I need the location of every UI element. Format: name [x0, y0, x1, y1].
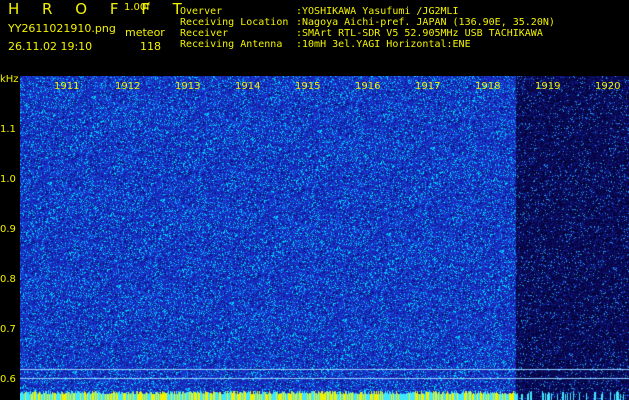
- info-label: Receiving Antenna: [180, 39, 283, 50]
- info-value: :10mH 3el.YAGI Horizontal:ENE: [296, 39, 471, 50]
- time-label: 1920: [595, 81, 621, 92]
- info-label: Overver: [180, 6, 223, 17]
- info-label: Receiving Location: [180, 17, 289, 28]
- y-tick-label: 0.7: [0, 324, 16, 335]
- time-label: 1919: [535, 81, 561, 92]
- info-row-location: Receiving Location :Nagoya Aichi-pref. J…: [180, 17, 555, 28]
- y-tick-label: 0.6: [0, 374, 16, 385]
- app-title: H R O F F T: [8, 0, 191, 18]
- count-label: 118: [140, 40, 161, 53]
- y-tick-label: 0.8: [0, 274, 16, 285]
- time-label: 1916: [355, 81, 381, 92]
- time-label: 1917: [415, 81, 441, 92]
- time-label: 1912: [115, 81, 141, 92]
- y-tick-label: 1.0: [0, 174, 16, 185]
- info-row-antenna: Receiving Antenna :10mH 3el.YAGI Horizon…: [180, 39, 555, 50]
- station-info: Overver :YOSHIKAWA Yasufumi /JG2MLI Rece…: [180, 6, 555, 50]
- info-row-receiver: Receiver :SMArt RTL-SDR V5 52.905MHz USB…: [180, 28, 555, 39]
- y-tick-label: 1.1: [0, 124, 16, 135]
- mode-label: meteor: [125, 26, 165, 39]
- filename-label: YY2611021910.png: [8, 22, 116, 35]
- time-label: 1918: [475, 81, 501, 92]
- frequency-unit-label: kHz: [0, 74, 19, 85]
- app-version: 1.00f: [124, 2, 150, 13]
- header-panel: H R O F F T 1.00f YY2611021910.png meteo…: [0, 0, 629, 76]
- time-label: 1914: [235, 81, 261, 92]
- spectrogram-plot: [20, 76, 629, 400]
- datetime-label: 26.11.02 19:10: [8, 40, 93, 53]
- y-tick-label: 0.9: [0, 224, 16, 235]
- info-value: :YOSHIKAWA Yasufumi /JG2MLI: [296, 6, 459, 17]
- info-value: :SMArt RTL-SDR V5 52.905MHz USB TACHIKAW…: [296, 28, 543, 39]
- time-label: 1915: [295, 81, 321, 92]
- time-label: 1913: [175, 81, 201, 92]
- info-label: Receiver: [180, 28, 229, 39]
- time-label: 1911: [54, 81, 80, 92]
- info-value: :Nagoya Aichi-pref. JAPAN (136.90E, 35.2…: [296, 17, 555, 28]
- info-row-observer: Overver :YOSHIKAWA Yasufumi /JG2MLI: [180, 6, 555, 17]
- spectrogram-canvas: [20, 76, 629, 400]
